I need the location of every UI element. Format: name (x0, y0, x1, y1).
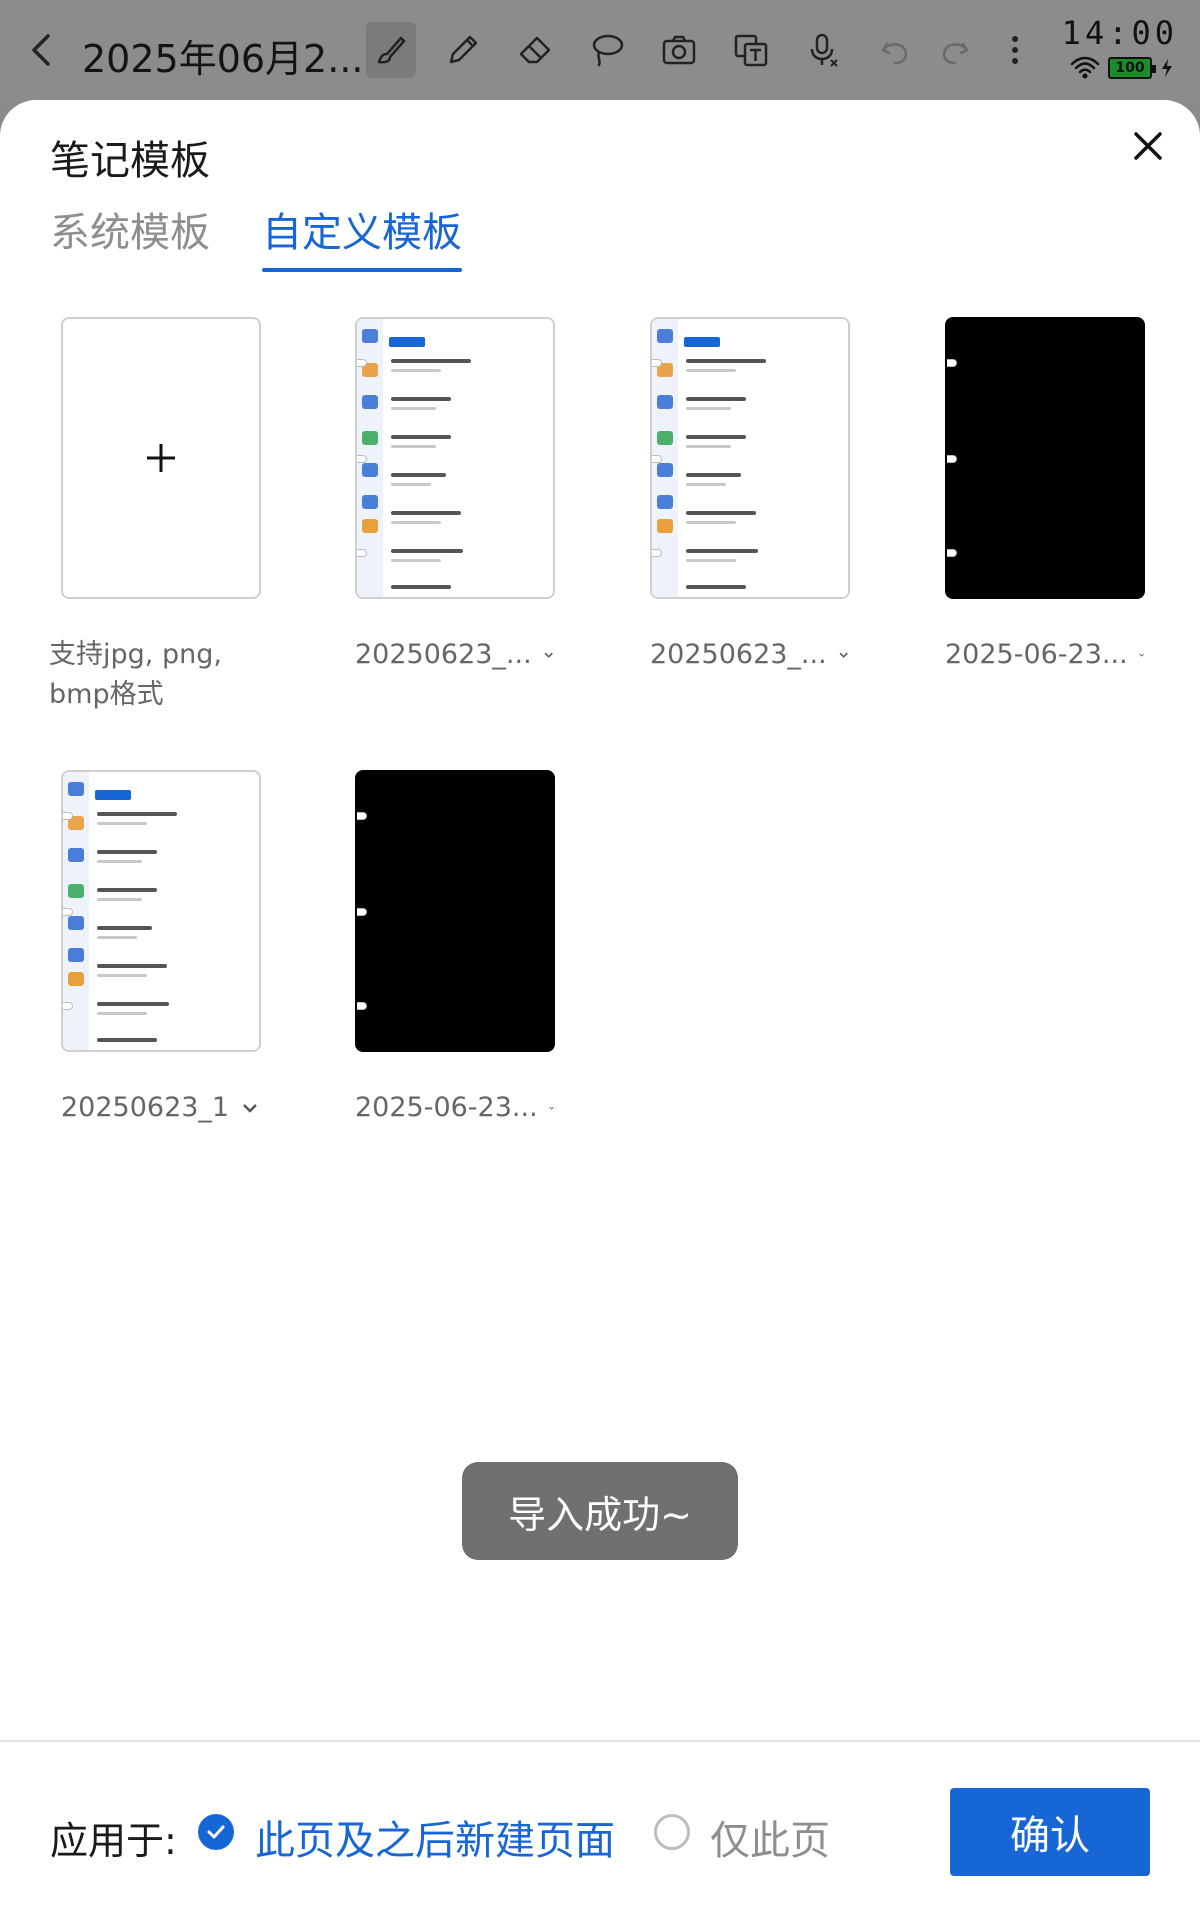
voice-tool-button[interactable] (798, 22, 848, 78)
supported-formats-hint: 支持jpg, png, bmp格式 (49, 639, 222, 710)
tab-custom-templates[interactable]: 自定义模板 (262, 200, 462, 272)
template-thumbnail[interactable] (945, 317, 1145, 599)
microphone-icon (810, 33, 838, 67)
brush-tool-button[interactable] (366, 22, 416, 78)
add-template-button[interactable] (61, 317, 261, 599)
import-success-toast: 导入成功~ (462, 1462, 738, 1560)
undo-icon (881, 42, 908, 65)
plus-icon (147, 444, 175, 472)
template-name: 2025-06-23... (945, 639, 1128, 670)
template-thumbnail[interactable] (355, 770, 555, 1052)
template-card: 2025-06-23... (945, 317, 1145, 670)
eraser-tool-button[interactable] (510, 22, 560, 78)
tab-system-templates[interactable]: 系统模板 (50, 200, 210, 272)
template-card: 2025-06-23... (355, 770, 555, 1123)
template-name: 2025-06-23... (355, 1092, 538, 1123)
template-thumbnail[interactable] (61, 770, 261, 1052)
brush-icon (377, 36, 406, 64)
back-icon[interactable] (22, 28, 62, 72)
note-title[interactable]: 2025年06月2... (82, 28, 363, 83)
more-button[interactable] (990, 22, 1040, 78)
translate-tool-button[interactable] (726, 22, 776, 78)
top-toolbar: 2025年06月2... 14:00 100 (0, 0, 1200, 104)
charging-icon (1162, 59, 1172, 77)
status-indicators: 100 (1070, 56, 1174, 80)
template-name: 20250623_... (355, 639, 532, 670)
lasso-icon (592, 34, 624, 67)
translate-icon (734, 34, 768, 67)
template-name: 20250623_1 (61, 1092, 230, 1123)
chevron-down-icon (1139, 653, 1144, 657)
footer-divider (0, 1740, 1200, 1742)
undo-button[interactable] (870, 22, 920, 78)
screenshot-preview (357, 319, 553, 597)
checkmark-icon (207, 1825, 225, 1839)
template-card: 20250623_1 (61, 770, 261, 1123)
confirm-button[interactable]: 确认 (950, 1788, 1150, 1876)
redo-button[interactable] (930, 22, 980, 78)
template-label[interactable]: 2025-06-23... (355, 1092, 555, 1123)
lasso-tool-button[interactable] (582, 22, 632, 78)
add-template-card: 支持jpg, png, bmp格式 (49, 317, 261, 715)
pencil-tool-button[interactable] (438, 22, 488, 78)
chevron-down-icon (839, 652, 848, 658)
radio-this-page-only[interactable] (654, 1814, 690, 1850)
close-icon[interactable] (1126, 124, 1170, 168)
status-clock: 14:00 (1061, 14, 1178, 52)
option-this-and-new-pages[interactable]: 此页及之后新建页面 (255, 1808, 615, 1866)
screenshot-preview (63, 772, 259, 1050)
sheet-title: 笔记模板 (50, 138, 210, 184)
template-thumbnail[interactable] (355, 317, 555, 599)
template-tabs: 系统模板 自定义模板 (50, 200, 462, 272)
radio-this-and-new-pages[interactable] (198, 1814, 234, 1850)
screenshot-preview (652, 319, 848, 597)
template-label[interactable]: 20250623_... (355, 639, 555, 670)
template-thumbnail[interactable] (650, 317, 850, 599)
chevron-down-icon (549, 1106, 554, 1110)
template-label[interactable]: 20250623_... (650, 639, 850, 670)
template-sheet: 笔记模板 系统模板 自定义模板 支持jpg, png, bmp格式 202506… (0, 100, 1200, 1920)
template-card: 20250623_... (355, 317, 555, 670)
more-vertical-icon (1012, 36, 1018, 64)
template-name: 20250623_... (650, 639, 827, 670)
chevron-down-icon (544, 652, 553, 658)
wifi-icon (1070, 56, 1100, 79)
chevron-down-icon (243, 1103, 257, 1113)
redo-icon (942, 42, 969, 65)
battery-indicator: 100 (1108, 57, 1156, 79)
camera-tool-button[interactable] (654, 22, 704, 78)
apply-to-label: 应用于: (50, 1819, 177, 1863)
template-label[interactable]: 2025-06-23... (945, 639, 1145, 670)
option-this-page-only[interactable]: 仅此页 (710, 1808, 830, 1866)
template-card: 20250623_... (650, 317, 850, 670)
pencil-icon (449, 35, 478, 64)
eraser-icon (519, 36, 551, 64)
camera-icon (662, 35, 696, 65)
template-label[interactable]: 20250623_1 (61, 1092, 261, 1123)
